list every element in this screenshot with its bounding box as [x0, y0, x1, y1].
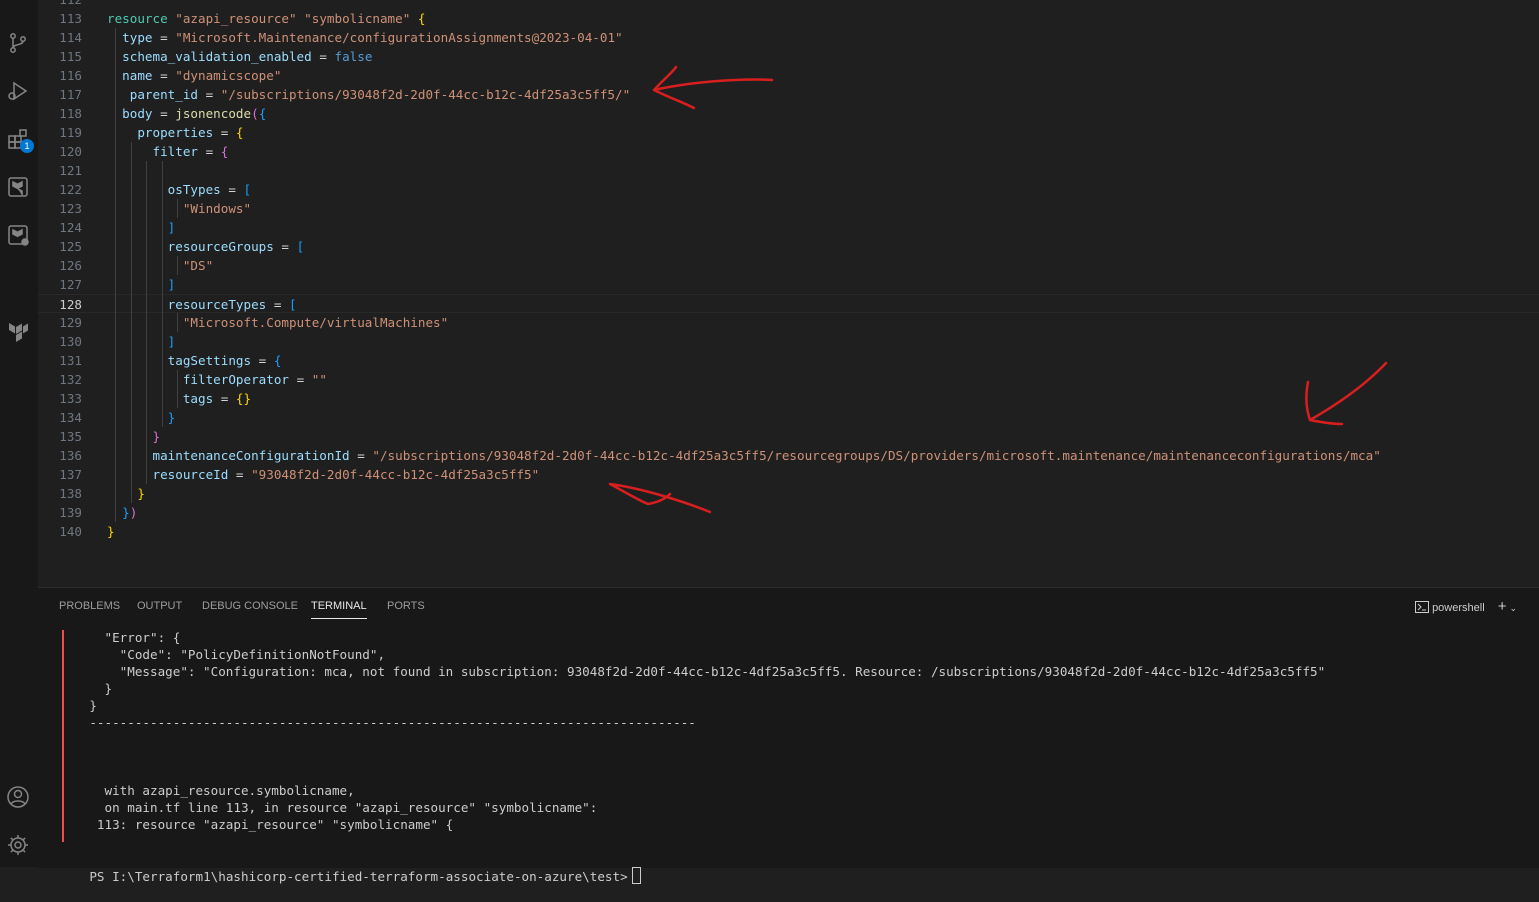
annotation-layer — [608, 65, 1388, 514]
terminal-prompt: PS I:\Terraform1\hashicorp-certified-ter… — [89, 869, 628, 884]
red-arrow-annotation — [652, 65, 774, 110]
terminal-cursor — [631, 867, 641, 884]
red-arrow-annotation — [608, 482, 712, 514]
red-arrow-annotation — [1305, 361, 1388, 426]
